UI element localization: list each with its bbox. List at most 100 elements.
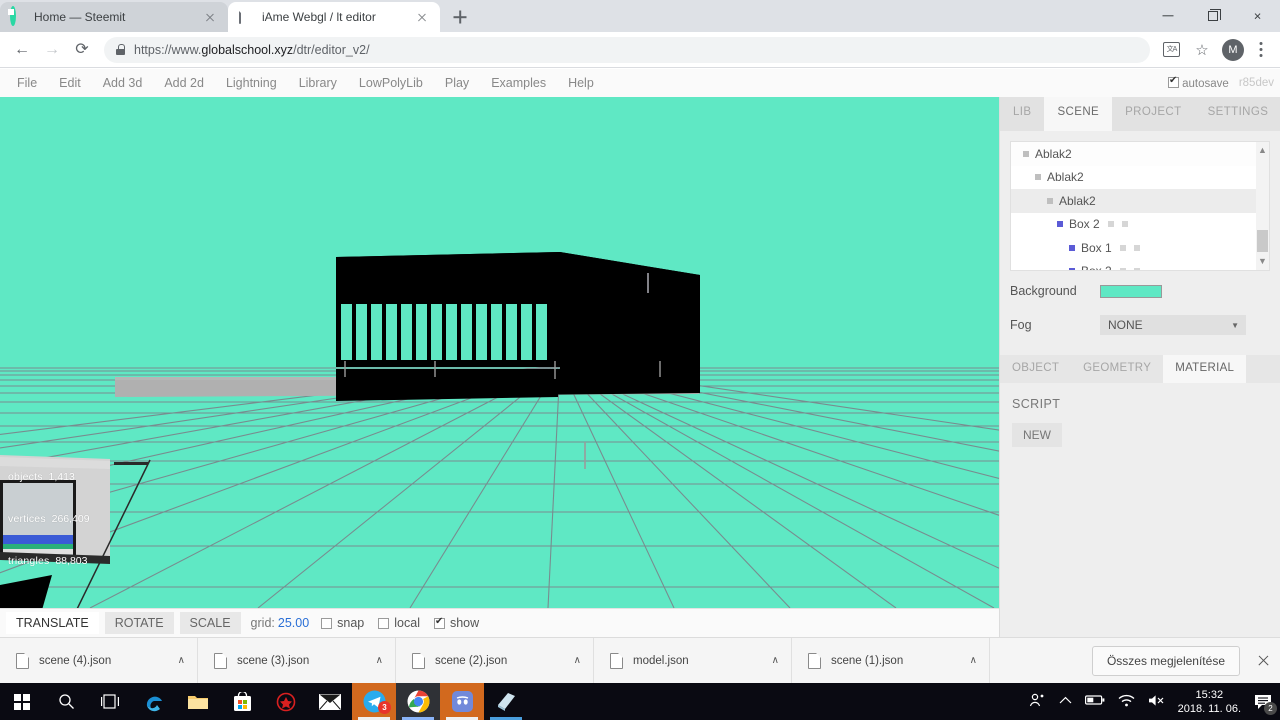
- outliner-item-selected[interactable]: Ablak2: [1011, 189, 1269, 213]
- new-script-button[interactable]: NEW: [1012, 423, 1062, 447]
- show-hidden-icons-icon[interactable]: [1059, 696, 1072, 708]
- download-item[interactable]: model.json ∧: [594, 637, 792, 684]
- tab-project[interactable]: PROJECT: [1112, 97, 1194, 131]
- chrome-menu-icon[interactable]: [1250, 37, 1272, 63]
- address-bar[interactable]: https://www.globalschool.xyz/dtr/editor_…: [104, 36, 1150, 63]
- chrome-icon[interactable]: [396, 683, 440, 720]
- menu-examples[interactable]: Examples: [480, 72, 557, 94]
- local-checkbox[interactable]: local: [378, 616, 420, 630]
- volume-muted-icon[interactable]: [1148, 694, 1165, 710]
- new-tab-button[interactable]: [446, 3, 474, 31]
- download-item[interactable]: scene (1).json ∧: [792, 637, 990, 684]
- node-marker-icon: [1023, 150, 1029, 157]
- file-explorer-icon[interactable]: [176, 683, 220, 720]
- menu-add-2d[interactable]: Add 2d: [153, 72, 215, 94]
- people-icon[interactable]: [1029, 693, 1046, 711]
- chevron-up-icon[interactable]: ∧: [376, 655, 383, 666]
- forward-icon[interactable]: →: [38, 36, 66, 64]
- outliner-item[interactable]: Ablak2: [1011, 166, 1269, 190]
- translate-button[interactable]: TRANSLATE: [6, 612, 99, 634]
- subtab-object[interactable]: OBJECT: [1000, 355, 1071, 383]
- lock-icon: [116, 44, 125, 55]
- fog-row: Fog NONE ▼: [1010, 311, 1270, 339]
- outliner-item[interactable]: Ablak2: [1011, 142, 1269, 166]
- menu-edit[interactable]: Edit: [48, 72, 92, 94]
- snap-checkbox[interactable]: snap: [321, 616, 364, 630]
- notification-icon[interactable]: 2: [1254, 694, 1277, 715]
- edge-icon[interactable]: [132, 683, 176, 720]
- outliner-item-label: Ablak2: [1059, 193, 1096, 208]
- menubar-right: autosave r85dev: [1167, 69, 1274, 97]
- geometry-marker-icon: [1119, 268, 1126, 270]
- reload-icon[interactable]: ⟳: [68, 36, 96, 64]
- menu-lowpolylib[interactable]: LowPolyLib: [348, 72, 434, 94]
- autosave-toggle[interactable]: autosave: [1167, 75, 1229, 90]
- outliner-item[interactable]: Box 1: [1011, 236, 1269, 260]
- wifi-icon[interactable]: [1118, 694, 1135, 710]
- scale-button[interactable]: SCALE: [179, 612, 241, 634]
- browser-tab-steemit[interactable]: Home — Steemit: [0, 2, 228, 32]
- discord-icon[interactable]: [440, 683, 484, 720]
- start-button[interactable]: [0, 683, 44, 720]
- menu-add-3d[interactable]: Add 3d: [92, 72, 154, 94]
- outliner-item[interactable]: Box 2: [1011, 260, 1269, 270]
- red-circle-app-icon[interactable]: [264, 683, 308, 720]
- menu-help[interactable]: Help: [557, 72, 605, 94]
- minimize-icon[interactable]: [1145, 0, 1190, 32]
- menu-library[interactable]: Library: [288, 72, 348, 94]
- mail-icon[interactable]: [308, 683, 352, 720]
- battery-icon[interactable]: [1084, 694, 1105, 709]
- tab-settings[interactable]: SETTINGS: [1195, 97, 1280, 131]
- local-label: local: [394, 616, 420, 630]
- bookmark-star-icon[interactable]: ☆: [1188, 36, 1216, 64]
- chevron-up-icon[interactable]: ∧: [178, 655, 185, 666]
- scroll-down-icon[interactable]: ▼: [1257, 255, 1268, 268]
- close-shelf-icon[interactable]: [1246, 638, 1280, 684]
- telegram-icon[interactable]: 3: [352, 683, 396, 720]
- download-name: scene (3).json: [237, 654, 310, 667]
- tab-scene[interactable]: SCENE: [1044, 97, 1113, 131]
- app-icon[interactable]: [484, 683, 528, 720]
- background-color-swatch[interactable]: [1100, 284, 1162, 298]
- chevron-up-icon[interactable]: ∧: [574, 655, 581, 666]
- scroll-up-icon[interactable]: ▲: [1257, 144, 1268, 157]
- microsoft-store-icon[interactable]: [220, 683, 264, 720]
- fog-select[interactable]: NONE ▼: [1100, 315, 1246, 335]
- clock[interactable]: 15:32 2018. 11. 06.: [1178, 688, 1241, 716]
- download-item[interactable]: scene (4).json ∧: [0, 637, 198, 684]
- show-checkbox[interactable]: show: [433, 616, 479, 630]
- menu-lightning[interactable]: Lightning: [215, 72, 288, 94]
- stats-vertices-label: vertices: [8, 513, 46, 525]
- script-label: SCRIPT: [1012, 397, 1061, 411]
- chevron-up-icon[interactable]: ∧: [772, 655, 779, 666]
- subtab-material[interactable]: MATERIAL: [1163, 355, 1247, 383]
- geometry-marker-icon: [1119, 244, 1126, 251]
- back-icon[interactable]: ←: [8, 36, 36, 64]
- restore-icon[interactable]: [1190, 0, 1235, 32]
- download-item[interactable]: scene (3).json ∧: [198, 637, 396, 684]
- grid-value[interactable]: 25.00: [278, 616, 309, 630]
- avatar[interactable]: M: [1222, 38, 1244, 61]
- close-icon[interactable]: [414, 9, 430, 25]
- scene-outliner[interactable]: Ablak2 Ablak2 Ablak2 Box 2 Box 1 Box 2 ▲…: [1010, 141, 1270, 271]
- 3d-viewport[interactable]: objects 1,413 vertices 266,409 triangles…: [0, 97, 999, 608]
- search-icon[interactable]: [44, 683, 88, 720]
- chevron-up-icon[interactable]: ∧: [970, 655, 977, 666]
- viewport-stats: objects 1,413 vertices 266,409 triangles…: [8, 442, 90, 596]
- outliner-scrollbar[interactable]: ▲ ▼: [1256, 142, 1269, 270]
- tab-lib[interactable]: LIB: [1000, 97, 1044, 131]
- menu-file[interactable]: File: [6, 72, 48, 94]
- subtab-geometry[interactable]: GEOMETRY: [1071, 355, 1163, 383]
- browser-tab-editor[interactable]: iAme Webgl / lt editor: [228, 2, 440, 32]
- scrollbar-thumb[interactable]: [1257, 230, 1268, 252]
- task-view-icon[interactable]: [88, 683, 132, 720]
- translate-icon[interactable]: 文A: [1158, 36, 1186, 64]
- show-all-downloads-button[interactable]: Összes megjelenítése: [1091, 645, 1240, 676]
- rotate-button[interactable]: ROTATE: [104, 612, 174, 634]
- menu-play[interactable]: Play: [434, 72, 480, 94]
- close-icon[interactable]: ×: [1235, 0, 1280, 32]
- download-item[interactable]: scene (2).json ∧: [396, 637, 594, 684]
- outliner-item[interactable]: Box 2: [1011, 213, 1269, 237]
- download-shelf: scene (4).json ∧ scene (3).json ∧ scene …: [0, 637, 1280, 684]
- close-icon[interactable]: [202, 9, 218, 25]
